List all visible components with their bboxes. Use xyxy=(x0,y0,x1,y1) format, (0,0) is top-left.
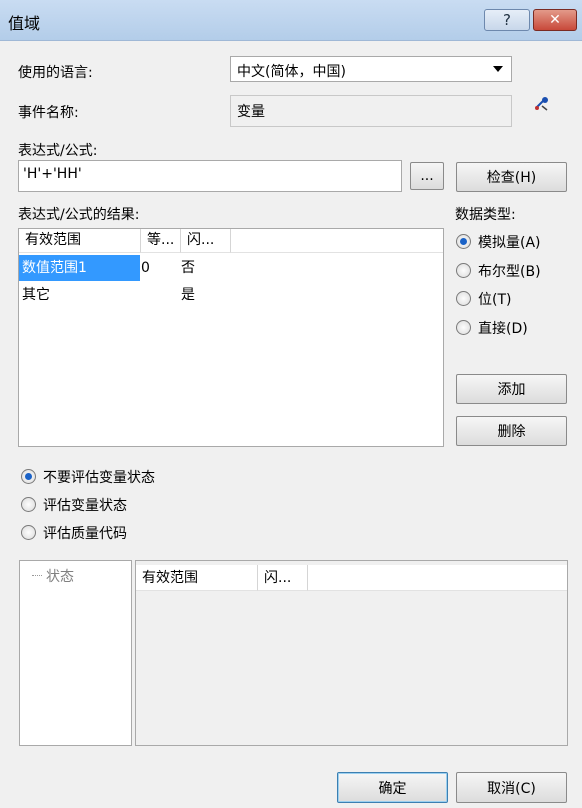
event-name-field: 变量 xyxy=(230,95,512,127)
radio-analog[interactable] xyxy=(456,234,471,249)
radio-boolean-label[interactable]: 布尔型(B) xyxy=(478,261,541,281)
cancel-button[interactable]: 取消(C) xyxy=(456,772,567,803)
help-icon: ? xyxy=(503,11,511,29)
expression-value: 'H'+'HH' xyxy=(23,166,82,182)
results-row-2-range[interactable]: 其它 xyxy=(22,282,50,308)
results-row-1-range[interactable]: 数值范围1 xyxy=(19,255,140,281)
radio-no-evaluate-label[interactable]: 不要评估变量状态 xyxy=(43,467,155,487)
results-col-filler xyxy=(231,229,443,253)
add-button-label: 添加 xyxy=(497,382,526,398)
event-link-icon[interactable] xyxy=(533,96,551,112)
results-row-1-equal: 0 xyxy=(141,260,150,276)
add-button[interactable]: 添加 xyxy=(456,374,567,404)
data-type-label: 数据类型: xyxy=(455,207,516,223)
close-icon: ✕ xyxy=(549,12,561,28)
chevron-down-icon xyxy=(493,66,503,72)
ok-button-label: 确定 xyxy=(378,780,407,797)
radio-evaluate-quality-label[interactable]: 评估质量代码 xyxy=(43,523,127,543)
radio-bit[interactable] xyxy=(456,291,471,306)
radio-boolean[interactable] xyxy=(456,263,471,278)
results-label: 表达式/公式的结果: xyxy=(18,207,140,223)
expression-input[interactable]: 'H'+'HH' xyxy=(18,160,402,192)
event-name-label: 事件名称: xyxy=(18,105,79,121)
radio-direct-label[interactable]: 直接(D) xyxy=(478,318,528,338)
status-col-filler xyxy=(308,565,567,591)
check-button-label: 检查(H) xyxy=(486,170,537,186)
expression-browse-button[interactable]: ... xyxy=(410,162,444,190)
expression-label: 表达式/公式: xyxy=(18,143,98,159)
delete-button[interactable]: 删除 xyxy=(456,416,567,446)
delete-button-label: 删除 xyxy=(497,424,526,440)
tree-connector xyxy=(32,575,42,576)
radio-no-evaluate[interactable] xyxy=(21,469,36,484)
results-row-2-blink: 是 xyxy=(181,287,195,303)
language-dropdown[interactable]: 中文(简体，中国) xyxy=(230,56,512,82)
check-button[interactable]: 检查(H) xyxy=(456,162,567,192)
window-title: 值域 xyxy=(8,14,41,33)
close-button[interactable]: ✕ xyxy=(533,9,577,31)
status-tree[interactable]: 状态 xyxy=(19,560,132,746)
results-col-range[interactable]: 有效范围 xyxy=(19,229,141,253)
results-row-1-blink: 否 xyxy=(181,260,195,276)
status-col-blink[interactable]: 闪... xyxy=(258,565,308,591)
radio-analog-label[interactable]: 模拟量(A) xyxy=(478,232,541,252)
language-value: 中文(简体，中国) xyxy=(237,64,346,80)
event-name-value: 变量 xyxy=(237,104,265,120)
title-bar[interactable]: 值域 ? ✕ xyxy=(0,0,582,41)
results-list[interactable]: 有效范围 等... 闪... 数值范围1 0 否 其它 是 xyxy=(18,228,444,447)
radio-direct[interactable] xyxy=(456,320,471,335)
results-col-equal[interactable]: 等... xyxy=(141,229,181,253)
radio-bit-label[interactable]: 位(T) xyxy=(478,289,511,309)
results-col-blink[interactable]: 闪... xyxy=(181,229,231,253)
status-col-range[interactable]: 有效范围 xyxy=(136,565,258,591)
status-table[interactable]: 有效范围 闪... xyxy=(135,560,568,746)
status-tree-item[interactable]: 状态 xyxy=(46,566,74,586)
radio-evaluate-status-label[interactable]: 评估变量状态 xyxy=(43,495,127,515)
radio-evaluate-status[interactable] xyxy=(21,497,36,512)
ellipsis-icon: ... xyxy=(420,168,434,184)
cancel-button-label: 取消(C) xyxy=(487,780,536,797)
radio-evaluate-quality[interactable] xyxy=(21,525,36,540)
ok-button[interactable]: 确定 xyxy=(337,772,448,803)
language-label: 使用的语言: xyxy=(18,65,93,81)
help-button[interactable]: ? xyxy=(484,9,530,31)
